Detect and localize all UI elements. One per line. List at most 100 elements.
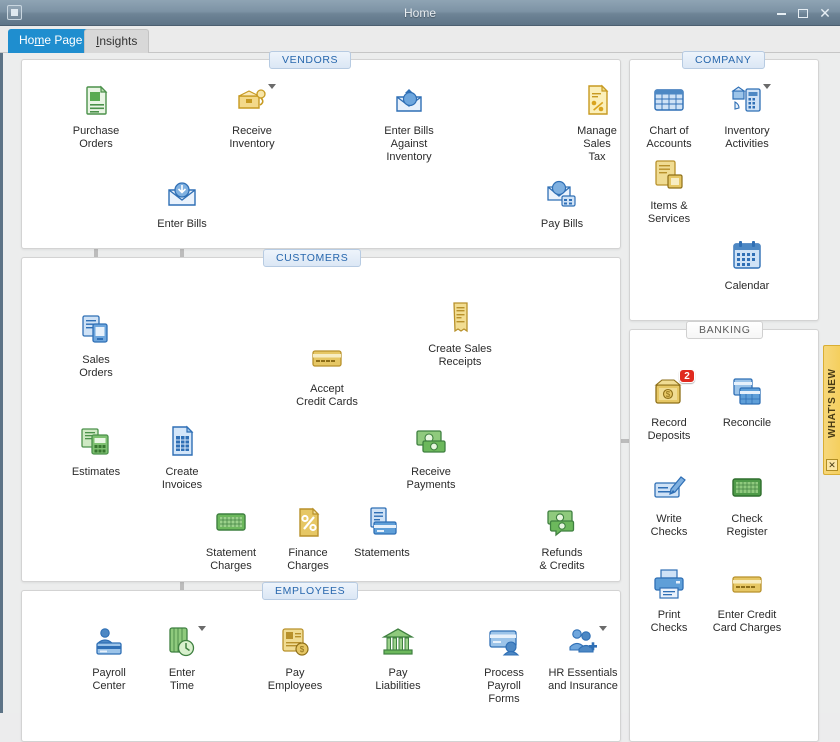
window-title-bar: Home ✕ — [0, 0, 840, 26]
home-page-workspace: VENDORS CUSTOMERS EMPLOYEES COMPANY BANK… — [0, 53, 840, 713]
customers-section-title: CUSTOMERS — [263, 249, 361, 267]
tab-home-page-label: Home Page — [19, 33, 82, 47]
tile-record-deposits[interactable]: $ 2 Record Deposits — [625, 375, 713, 443]
tile-label: Receive Payments — [383, 466, 479, 492]
employees-section-title: EMPLOYEES — [262, 582, 358, 600]
chevron-down-icon[interactable] — [599, 626, 607, 631]
chevron-down-icon[interactable] — [763, 84, 771, 89]
chart-of-accounts-icon — [652, 83, 686, 117]
tile-hr-essentials-and-insurance[interactable]: HR Essentials and Insurance — [529, 625, 637, 693]
company-section-title: COMPANY — [682, 51, 765, 69]
tile-chart-of-accounts[interactable]: Chart of Accounts — [625, 83, 713, 151]
estimates-icon — [79, 424, 113, 458]
tile-label: Accept Credit Cards — [279, 383, 375, 409]
tile-purchase-orders[interactable]: Purchase Orders — [48, 83, 144, 151]
tile-pay-bills[interactable]: Pay Bills — [514, 176, 610, 231]
tile-label: Inventory Activities — [703, 125, 791, 151]
whats-new-side-tab[interactable]: WHAT'S NEW ✕ — [823, 345, 840, 475]
svg-text:$: $ — [666, 390, 671, 399]
pay-bills-icon — [545, 176, 579, 210]
tile-sales-orders[interactable]: Sales Orders — [48, 312, 144, 380]
vendors-section-title: VENDORS — [269, 51, 351, 69]
tile-label: Refunds & Credits — [514, 547, 610, 573]
tile-label: Write Checks — [625, 513, 713, 539]
tile-label: Enter Bills Against Inventory — [361, 125, 457, 164]
hr-essentials-icon — [566, 625, 600, 659]
tile-label: Reconcile — [703, 417, 791, 430]
tile-enter-credit-card-charges[interactable]: Enter Credit Card Charges — [699, 567, 795, 635]
tile-enter-bills[interactable]: Enter Bills — [134, 176, 230, 231]
tile-label: Pay Bills — [514, 218, 610, 231]
maximize-button[interactable] — [792, 0, 814, 26]
tile-items-and-services[interactable]: Items & Services — [625, 158, 713, 226]
minimize-icon — [777, 13, 786, 15]
window-title: Home — [0, 0, 840, 26]
sales-orders-icon — [79, 312, 113, 346]
banking-section-title: BANKING — [686, 321, 763, 339]
check-register-icon — [730, 471, 764, 505]
tab-insights-label: Insights — [96, 34, 137, 48]
pay-employees-icon: $ — [278, 625, 312, 659]
chevron-down-icon[interactable] — [198, 626, 206, 631]
receive-inventory-icon — [235, 83, 269, 117]
accept-credit-cards-icon — [310, 341, 344, 375]
tile-create-invoices[interactable]: Create Invoices — [134, 424, 230, 492]
create-sales-receipts-icon — [443, 301, 477, 335]
tile-create-sales-receipts[interactable]: Create Sales Receipts — [412, 301, 508, 369]
minimize-button[interactable] — [770, 0, 792, 26]
tile-label: Enter Bills — [134, 218, 230, 231]
tile-label: Receive Inventory — [204, 125, 300, 151]
tile-label: Record Deposits — [625, 417, 713, 443]
tile-receive-payments[interactable]: Receive Payments — [383, 424, 479, 492]
print-checks-icon — [652, 567, 686, 601]
svg-text:$: $ — [300, 645, 305, 654]
tile-write-checks[interactable]: Write Checks — [625, 471, 713, 539]
create-invoices-icon — [165, 424, 199, 458]
close-button[interactable]: ✕ — [814, 0, 836, 26]
tile-label: Items & Services — [625, 200, 713, 226]
tile-label: Pay Liabilities — [350, 667, 446, 693]
tile-estimates[interactable]: Estimates — [48, 424, 144, 479]
tile-label: Sales Orders — [48, 354, 144, 380]
record-deposits-icon: $ 2 — [652, 375, 686, 409]
tile-pay-employees[interactable]: $ Pay Employees — [247, 625, 343, 693]
tile-label: Purchase Orders — [48, 125, 144, 151]
tile-label: Statements — [334, 547, 430, 560]
tile-label: HR Essentials and Insurance — [529, 667, 637, 693]
payroll-center-icon — [92, 625, 126, 659]
tab-insights[interactable]: Insights — [84, 29, 149, 53]
tile-pay-liabilities[interactable]: Pay Liabilities — [350, 625, 446, 693]
tile-receive-inventory[interactable]: Receive Inventory — [204, 83, 300, 151]
enter-bills-icon — [165, 176, 199, 210]
tile-enter-bills-against-inventory[interactable]: Enter Bills Against Inventory — [361, 83, 457, 164]
tile-accept-credit-cards[interactable]: Accept Credit Cards — [279, 341, 375, 409]
tile-calendar[interactable]: Calendar — [703, 238, 791, 293]
tab-home-page[interactable]: Home Page — [8, 29, 93, 53]
pay-liabilities-icon — [381, 625, 415, 659]
tile-check-register[interactable]: Check Register — [703, 471, 791, 539]
tile-label: Enter Credit Card Charges — [699, 609, 795, 635]
tile-statements[interactable]: Statements — [334, 505, 430, 560]
tile-refunds-and-credits[interactable]: Refunds & Credits — [514, 505, 610, 573]
tile-label: Create Sales Receipts — [412, 343, 508, 369]
tile-label: Enter Time — [134, 667, 230, 693]
tile-label: Create Invoices — [134, 466, 230, 492]
whats-new-label: WHAT'S NEW — [824, 351, 840, 455]
whats-new-close-button[interactable]: ✕ — [826, 459, 838, 471]
manage-sales-tax-icon — [580, 83, 614, 117]
record-deposits-badge: 2 — [679, 369, 695, 383]
tile-label: Calendar — [703, 280, 791, 293]
chevron-down-icon[interactable] — [268, 84, 276, 89]
refunds-and-credits-icon — [545, 505, 579, 539]
statements-icon — [365, 505, 399, 539]
tile-label: Check Register — [703, 513, 791, 539]
tile-enter-time[interactable]: Enter Time — [134, 625, 230, 693]
items-and-services-icon — [652, 158, 686, 192]
inventory-activities-icon — [730, 83, 764, 117]
tile-label: Chart of Accounts — [625, 125, 713, 151]
enter-bills-against-inventory-icon — [392, 83, 426, 117]
tile-label: Pay Employees — [247, 667, 343, 693]
purchase-orders-icon — [79, 83, 113, 117]
tile-reconcile[interactable]: Reconcile — [703, 375, 791, 430]
tile-inventory-activities[interactable]: Inventory Activities — [703, 83, 791, 151]
